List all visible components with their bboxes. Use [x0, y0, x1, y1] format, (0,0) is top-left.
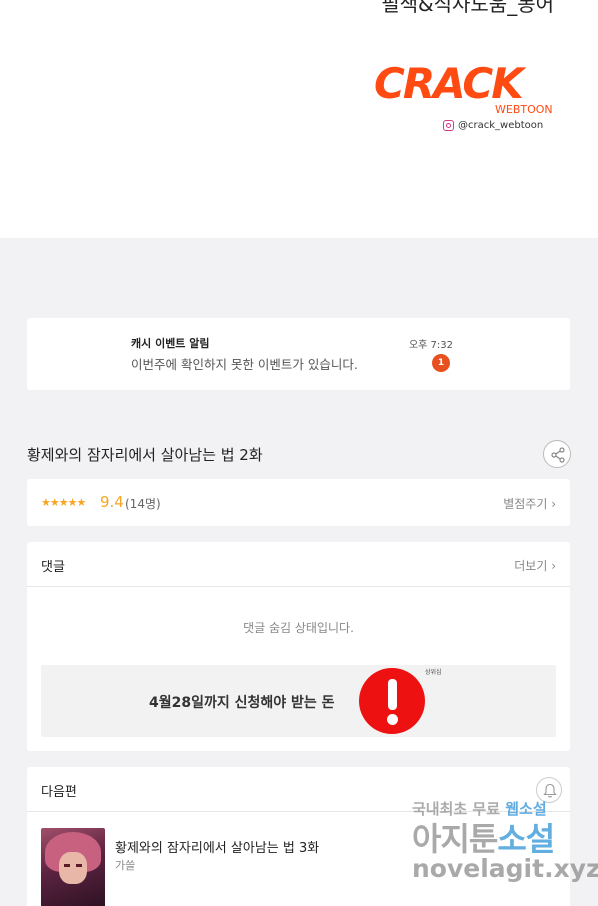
rating-score: 9.4 — [100, 493, 124, 511]
notification-message: 이번주에 확인하지 못한 이벤트가 있습니다. — [131, 357, 358, 372]
credit-line: 필색&식사도움_동어 — [381, 0, 554, 16]
next-episode-title[interactable]: 황제와의 잠자리에서 살아남는 법 3화 — [115, 837, 319, 856]
notification-title: 캐시 이벤트 알림 — [131, 337, 210, 350]
notification-badge: 1 — [432, 354, 450, 372]
bell-icon[interactable] — [536, 777, 562, 803]
next-episode-label: 다음편 — [41, 785, 77, 800]
rating-count: (14명) — [125, 497, 161, 511]
instagram-handle: @crack_webtoon — [458, 120, 544, 131]
comments-more-button[interactable]: 더보기 › — [514, 557, 556, 574]
svg-text:WEBTOON: WEBTOON — [495, 103, 553, 116]
episode-title: 황제와의 잠자리에서 살아남는 법 2화 — [27, 446, 263, 464]
alert-icon — [359, 668, 425, 734]
share-icon — [551, 447, 565, 463]
cash-event-notification[interactable]: 캐시 이벤트 알림 이번주에 확인하지 못한 이벤트가 있습니다. 오후 7:3… — [27, 318, 570, 390]
svg-text:CRACK: CRACK — [374, 59, 527, 108]
comments-hidden-message: 댓글 숨김 상태입니다. — [243, 621, 354, 635]
rating-stars: ★★★★★ — [41, 496, 86, 509]
ad-banner[interactable]: 4월28일까지 신청해야 받는 돈 상위심 — [41, 665, 556, 737]
comments-header: 댓글 더보기 › — [27, 542, 570, 587]
rate-button[interactable]: 별점주기 › — [503, 495, 556, 512]
crack-webtoon-logo: CRACK WEBTOON — [374, 59, 553, 116]
notification-time: 오후 7:32 — [408, 340, 453, 351]
comments-card: 댓글 더보기 › 댓글 숨김 상태입니다. 4월28일까지 신청해야 받는 돈 … — [27, 542, 570, 751]
next-episode-author: 가쓸 — [115, 859, 136, 872]
share-button[interactable] — [543, 440, 571, 468]
ad-mini-label: 상위심 — [425, 669, 442, 676]
instagram-icon — [443, 120, 454, 131]
ad-text: 4월28일까지 신청해야 받는 돈 — [149, 695, 335, 711]
comments-label: 댓글 — [41, 560, 65, 575]
next-episode-thumbnail[interactable] — [41, 828, 105, 906]
next-episode-header: 다음편 — [27, 767, 570, 812]
rating-card: ★★★★★ 9.4 (14명) 별점주기 › — [27, 479, 570, 526]
instagram-line: @crack_webtoon — [443, 120, 543, 131]
comic-panel: 필색&식사도움_동어 CRACK WEBTOON @crack_webtoon — [0, 0, 598, 238]
next-episode-card: 다음편 황제와의 잠자리에서 살아남는 법 3화 가쓸 — [27, 767, 570, 906]
